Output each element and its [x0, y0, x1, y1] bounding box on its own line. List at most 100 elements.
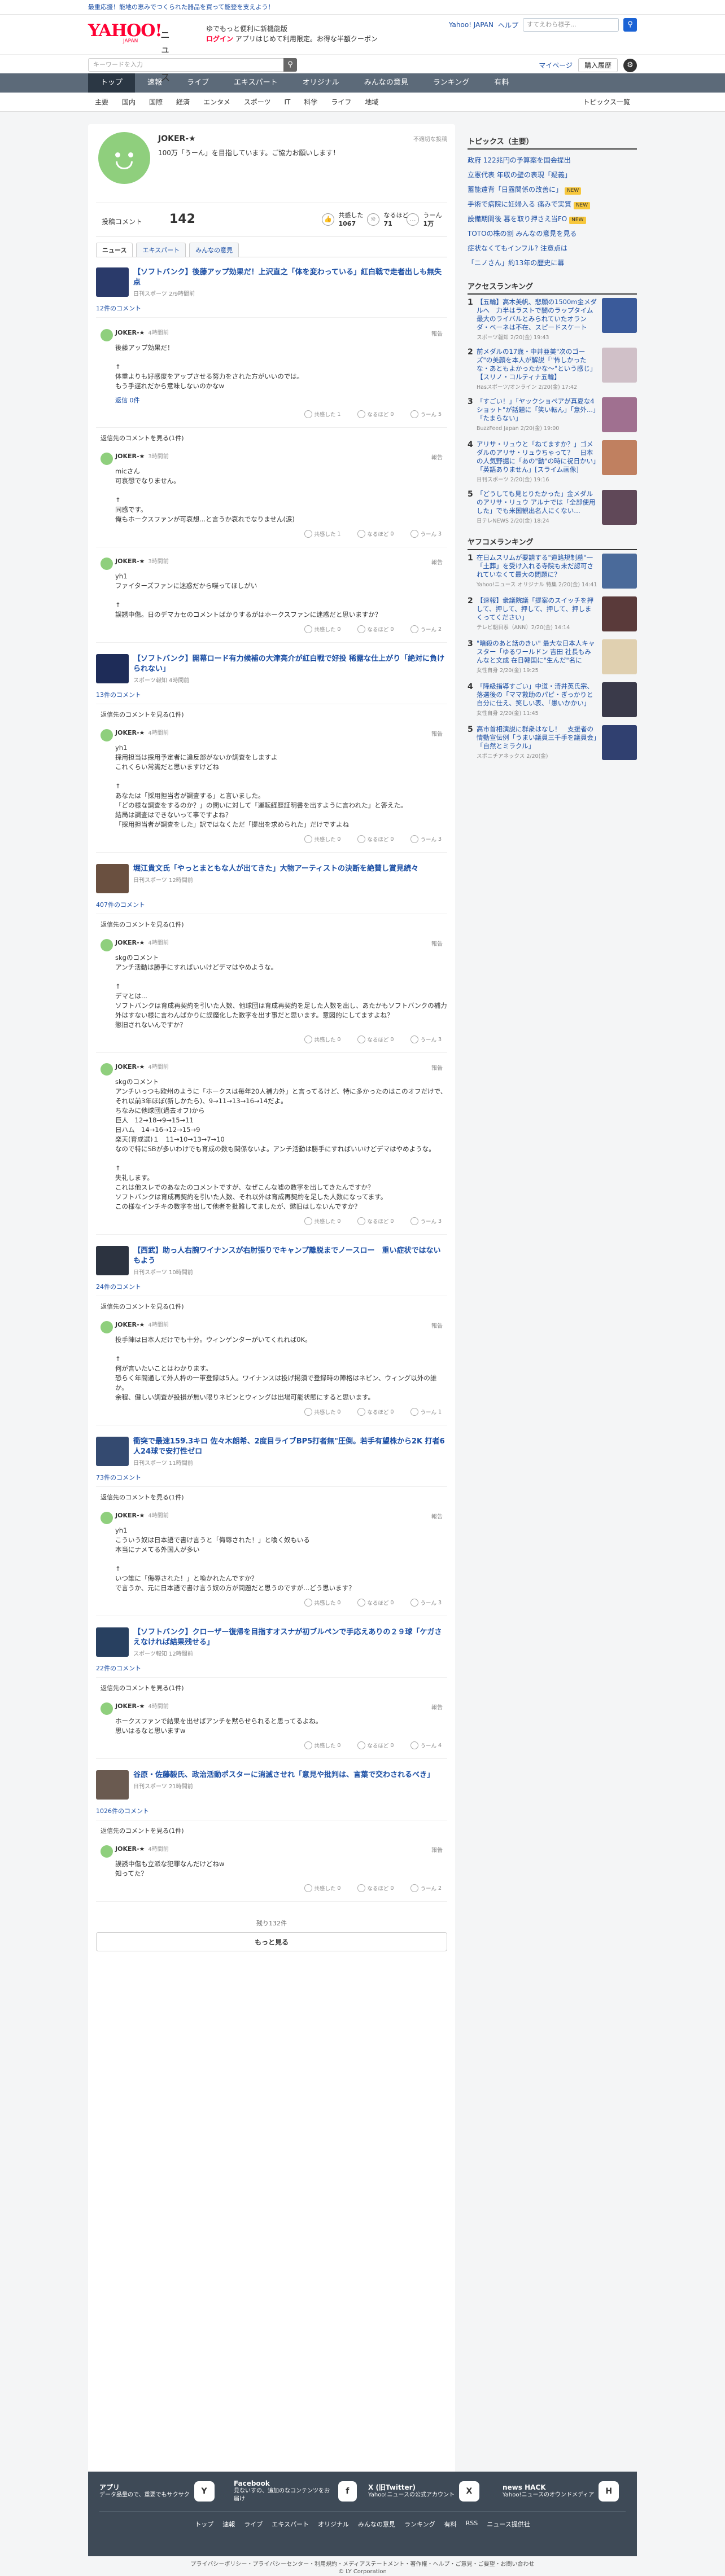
category-item[interactable]: ライフ: [324, 93, 358, 111]
article-comment-count[interactable]: 22件のコメント: [96, 1664, 447, 1678]
footer-link[interactable]: トップ: [195, 2520, 213, 2529]
topic-text[interactable]: 症状なくてもインフル? 注意点は: [468, 244, 567, 252]
article-title[interactable]: 堀江貴文氏「やっとまともな人が出てきた」大物アーティストの決断を絶賛し賞見続々: [133, 864, 447, 874]
rank-title[interactable]: 【五輪】高木美帆、悲願の1500m金メダルへ 力半はラストで闇のラップタイム 最…: [477, 298, 600, 332]
article-thumbnail[interactable]: [96, 1627, 129, 1657]
category-item[interactable]: 主要: [88, 93, 115, 111]
search-icon[interactable]: ⚲: [623, 18, 637, 32]
rank-title[interactable]: 【速報】衆議院議「提案のスイッチを押して、押して、押して、押して、押しまくってく…: [477, 596, 597, 622]
comment-author[interactable]: JOKER-★ 4時間前: [115, 1320, 447, 1328]
rank-thumbnail[interactable]: [602, 596, 637, 631]
naruhodo-button[interactable]: なるほど 0: [357, 530, 394, 538]
hmm-button[interactable]: うーん 2: [410, 1884, 442, 1892]
rank-thumbnail[interactable]: [602, 554, 637, 589]
report-link[interactable]: 報告: [431, 1845, 443, 1854]
comment-author[interactable]: JOKER-★ 4時間前: [115, 1511, 447, 1519]
reply-parent-link[interactable]: 返信先のコメントを見る(1件): [101, 920, 447, 929]
comment-author[interactable]: JOKER-★ 4時間前: [115, 1844, 447, 1853]
topic-item[interactable]: 手術で病院に妊婦入る 痛みで実質 NEW: [468, 197, 637, 212]
comment-author-name[interactable]: JOKER-★: [115, 1845, 145, 1853]
ranking-item[interactable]: 5 高市首相演説に群衆はなし！ 支援者の情動宣伝例「うまい議員三千手を議員会」「自…: [468, 725, 637, 761]
footer-link[interactable]: エキスパート: [272, 2520, 309, 2529]
x-icon[interactable]: X: [458, 2481, 479, 2502]
footer-link[interactable]: 有料: [444, 2520, 457, 2529]
report-link[interactable]: 報告: [431, 1512, 443, 1520]
tab-opinions[interactable]: みんなの意見: [189, 243, 239, 257]
report-link[interactable]: 報告: [431, 1702, 443, 1711]
footer-app[interactable]: Facebook 見ないすの、追加のなコンテンツをお届け f: [234, 2480, 357, 2503]
facebook-icon[interactable]: f: [338, 2481, 357, 2502]
help-link[interactable]: ヘルプ: [498, 20, 518, 30]
ranking-item[interactable]: 2 【速報】衆議院議「提案のスイッチを押して、押して、押して、押して、押しまくって…: [468, 596, 637, 633]
tab-expert[interactable]: エキスパート: [136, 243, 186, 257]
comment-author-name[interactable]: JOKER-★: [115, 1321, 145, 1328]
rank-thumbnail[interactable]: [602, 725, 637, 760]
rank-thumbnail[interactable]: [602, 490, 637, 525]
footer-link[interactable]: みんなの意見: [358, 2520, 395, 2529]
article-comment-count[interactable]: 1026件のコメント: [96, 1806, 447, 1820]
topic-item[interactable]: 蓄能遠背「日露関係の改善に」 NEW: [468, 182, 637, 197]
comment-author[interactable]: JOKER-★ 4時間前: [115, 1062, 447, 1070]
article-title[interactable]: 【西武】助っ人右腕ワイナンスが右肘張りでキャンプ離脱までノースロー 重い症状では…: [133, 1246, 447, 1266]
rank-title[interactable]: 前メダルの17歳・中井亜美"次のゴーズ"の美顔を本人が解説「"怖しかったな・あと…: [477, 348, 597, 381]
article-thumbnail[interactable]: [96, 864, 129, 893]
empathy-button[interactable]: 共感した 0: [304, 1035, 340, 1043]
empathy-button[interactable]: 共感した 0: [304, 1217, 340, 1225]
footer-app[interactable]: X (旧Twitter) Yahoo!ニュースの公式アカウント X: [368, 2480, 491, 2503]
hmm-button[interactable]: うーん 3: [410, 1217, 442, 1225]
footer-app[interactable]: news HACK Yahoo!ニュースのオウンドメディア H: [503, 2480, 626, 2503]
comment-author[interactable]: JOKER-★ 3時間前: [115, 556, 447, 565]
category-item[interactable]: IT: [277, 93, 297, 111]
yahoo-logo[interactable]: YAHOO! JAPAN ニュース: [88, 23, 170, 84]
yahoo-japan-link[interactable]: Yahoo! JAPAN: [449, 21, 493, 29]
news-search-input[interactable]: キーワードを入力: [88, 58, 297, 72]
comment-author-name[interactable]: JOKER-★: [115, 453, 145, 460]
topic-item[interactable]: TOTOの株の割 みんなの意見を見る: [468, 226, 637, 241]
ranking-item[interactable]: 3 "暗殺のあと話のきい" 最大な日本人キャスター「ゆるワールドン 吉田 社長もみ…: [468, 639, 637, 675]
topic-item[interactable]: 立憲代表 年収の壁の表現「疑義」: [468, 168, 637, 182]
comment-author-name[interactable]: JOKER-★: [115, 939, 145, 946]
nav-item[interactable]: みんなの意見: [352, 73, 421, 93]
category-item[interactable]: 経済: [169, 93, 196, 111]
footer-link[interactable]: ランキング: [404, 2520, 435, 2529]
tab-news[interactable]: ニュース: [96, 243, 133, 257]
category-item[interactable]: 国内: [115, 93, 142, 111]
article-thumbnail[interactable]: [96, 1770, 129, 1800]
topic-item[interactable]: 設備期間後 暮を取り押さえ当FO NEW: [468, 212, 637, 226]
empathy-button[interactable]: 共感した 1: [304, 530, 340, 538]
report-link[interactable]: 報告: [431, 1321, 443, 1329]
empathy-button[interactable]: 共感した 1: [304, 410, 340, 418]
article-comment-count[interactable]: 24件のコメント: [96, 1282, 447, 1296]
ranking-item[interactable]: 1 在日ムスリムが要請する"道路規制墓"一「土葬」を受け入れる寺院も未だ認可されて…: [468, 554, 637, 590]
comment-author-name[interactable]: JOKER-★: [115, 1702, 145, 1710]
mypage-link[interactable]: マイページ: [539, 60, 573, 70]
rank-thumbnail[interactable]: [602, 682, 637, 717]
article-thumbnail[interactable]: [96, 654, 129, 683]
comment-author-name[interactable]: JOKER-★: [115, 729, 145, 736]
naruhodo-button[interactable]: なるほど 0: [357, 835, 394, 843]
comment-author-name[interactable]: JOKER-★: [115, 329, 145, 336]
empathy-button[interactable]: 共感した 0: [304, 625, 340, 633]
reply-parent-link[interactable]: 返信先のコメントを見る(1件): [101, 1302, 447, 1311]
web-search-input[interactable]: すてえわら様子...: [523, 18, 619, 32]
purchase-history-button[interactable]: 購入履歴: [578, 58, 618, 72]
hmm-button[interactable]: うーん 3: [410, 835, 442, 843]
topic-text[interactable]: 立憲代表 年収の壁の表現「疑義」: [468, 171, 571, 179]
ranking-item[interactable]: 5 「どうしても見とりたかった」金メダルのアリサ・リュウ アルナでは「全部使用した…: [468, 490, 637, 526]
article-title[interactable]: 【ソフトバンク】開幕ロード有力候補の大津亮介が紅白戦で好投 稀露な仕上がり「絶対…: [133, 654, 447, 674]
report-link[interactable]: 報告: [431, 939, 443, 947]
reply-parent-link[interactable]: 返信先のコメントを見る(1件): [101, 1683, 447, 1692]
category-item[interactable]: スポーツ: [237, 93, 278, 111]
nav-item[interactable]: ライブ: [174, 73, 221, 93]
topic-text[interactable]: 設備期間後 暮を取り押さえ当FO: [468, 215, 567, 223]
topic-text[interactable]: 蓄能遠背「日露関係の改善に」: [468, 186, 562, 194]
ranking-item[interactable]: 1 【五輪】高木美帆、悲願の1500m金メダルへ 力半はラストで闇のラップタイム …: [468, 298, 637, 341]
more-button[interactable]: もっと見る: [96, 1932, 447, 1951]
hmm-button[interactable]: うーん 3: [410, 1035, 442, 1043]
gear-icon[interactable]: ⚙: [623, 58, 637, 72]
hmm-button[interactable]: うーん 4: [410, 1741, 442, 1749]
topic-item[interactable]: 政府 122兆円の予算案を国会提出: [468, 153, 637, 168]
rank-thumbnail[interactable]: [602, 298, 637, 333]
promo-banner[interactable]: 最重応援！能地の恵みでつくられた器品を買って能登を支えよう！: [0, 0, 725, 15]
replies-link[interactable]: 返信 0件: [115, 396, 447, 405]
